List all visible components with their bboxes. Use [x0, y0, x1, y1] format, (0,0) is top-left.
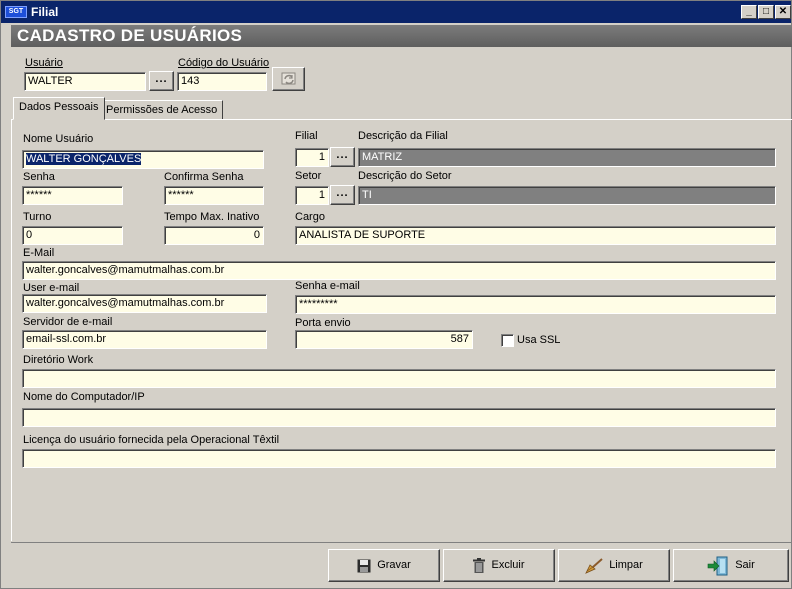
trash-can-icon: [473, 558, 486, 573]
email-input[interactable]: walter.goncalves@mamutmalhas.com.br: [22, 261, 776, 280]
setor-input[interactable]: 1: [295, 186, 329, 205]
usa-ssl-checkbox[interactable]: [501, 334, 514, 347]
licenca-input[interactable]: [22, 449, 776, 468]
turno-input[interactable]: 0: [22, 226, 123, 245]
cargo-label: Cargo: [295, 211, 325, 223]
confirma-senha-label: Confirma Senha: [164, 171, 244, 183]
main-window: SGT Filial _ □ ✕ CADASTRO DE USUÁRIOS Us…: [0, 0, 792, 589]
porta-envio-input[interactable]: 587: [295, 330, 473, 349]
confirma-senha-input[interactable]: ******: [164, 186, 264, 205]
filial-label: Filial: [295, 130, 318, 142]
senha-input[interactable]: ******: [22, 186, 123, 205]
tempo-max-inativo-label: Tempo Max. Inativo: [164, 211, 260, 223]
servidor-email-input[interactable]: email-ssl.com.br: [22, 330, 267, 349]
filial-lookup-button[interactable]: ...: [330, 147, 355, 167]
email-label: E-Mail: [23, 247, 55, 259]
tab-dados-pessoais[interactable]: Dados Pessoais: [13, 97, 105, 120]
excluir-label: Excluir: [491, 559, 525, 571]
limpar-button[interactable]: Limpar: [558, 549, 670, 582]
maximize-button[interactable]: □: [758, 5, 774, 19]
tempo-max-inativo-input[interactable]: 0: [164, 226, 264, 245]
servidor-email-label: Servidor de e-mail: [23, 316, 113, 328]
codigo-usuario-input[interactable]: 143: [177, 72, 267, 91]
nome-computador-input[interactable]: [22, 408, 776, 427]
refresh-button[interactable]: [272, 67, 305, 91]
filial-input[interactable]: 1: [295, 148, 329, 167]
usa-ssl-label: Usa SSL: [517, 334, 561, 346]
senha-email-input[interactable]: *********: [295, 295, 776, 314]
user-email-input[interactable]: walter.goncalves@mamutmalhas.com.br: [22, 294, 267, 313]
nome-computador-label: Nome do Computador/IP: [23, 391, 145, 403]
descricao-setor-label: Descrição do Setor: [358, 170, 452, 182]
app-logo-icon: SGT: [5, 6, 27, 18]
tab-permissoes-acesso[interactable]: Permissões de Acesso: [100, 100, 224, 120]
sair-button[interactable]: Sair: [673, 549, 789, 582]
usuario-input[interactable]: WALTER: [24, 72, 146, 91]
usuario-label: Usuário: [25, 57, 63, 69]
user-email-label: User e-mail: [23, 282, 80, 294]
close-button[interactable]: ✕: [775, 5, 791, 19]
usuario-lookup-button[interactable]: ...: [149, 71, 174, 91]
gravar-button[interactable]: Gravar: [328, 549, 440, 582]
title-bar[interactable]: SGT Filial _ □ ✕: [1, 1, 791, 23]
diretorio-work-input[interactable]: [22, 369, 776, 388]
refresh-icon: [281, 72, 295, 85]
nome-usuario-value: WALTER GONÇALVES: [26, 153, 142, 165]
minimize-button[interactable]: _: [741, 5, 757, 19]
codigo-usuario-label: Código do Usuário: [178, 57, 270, 69]
nome-usuario-input[interactable]: WALTER GONÇALVES: [22, 150, 264, 169]
page-title: CADASTRO DE USUÁRIOS: [11, 25, 792, 47]
turno-label: Turno: [23, 211, 52, 223]
floppy-disk-icon: [357, 559, 371, 572]
licenca-label: Licença do usuário fornecida pela Operac…: [23, 434, 280, 446]
setor-lookup-button[interactable]: ...: [330, 185, 355, 205]
descricao-filial-field: MATRIZ: [358, 148, 776, 167]
exit-door-icon: [707, 556, 728, 575]
senha-label: Senha: [23, 171, 55, 183]
descricao-filial-label: Descrição da Filial: [358, 130, 448, 142]
diretorio-work-label: Diretório Work: [23, 354, 94, 366]
window-title: Filial: [31, 5, 59, 19]
porta-envio-label: Porta envio: [295, 317, 351, 329]
excluir-button[interactable]: Excluir: [443, 549, 555, 582]
senha-email-label: Senha e-mail: [295, 280, 360, 292]
descricao-setor-field: TI: [358, 186, 776, 205]
setor-label: Setor: [295, 170, 322, 182]
broom-icon: [585, 557, 603, 574]
nome-usuario-label: Nome Usuário: [23, 133, 94, 145]
sair-label: Sair: [735, 559, 755, 571]
gravar-label: Gravar: [377, 559, 411, 571]
limpar-label: Limpar: [609, 559, 643, 571]
cargo-input[interactable]: ANALISTA DE SUPORTE: [295, 226, 776, 245]
